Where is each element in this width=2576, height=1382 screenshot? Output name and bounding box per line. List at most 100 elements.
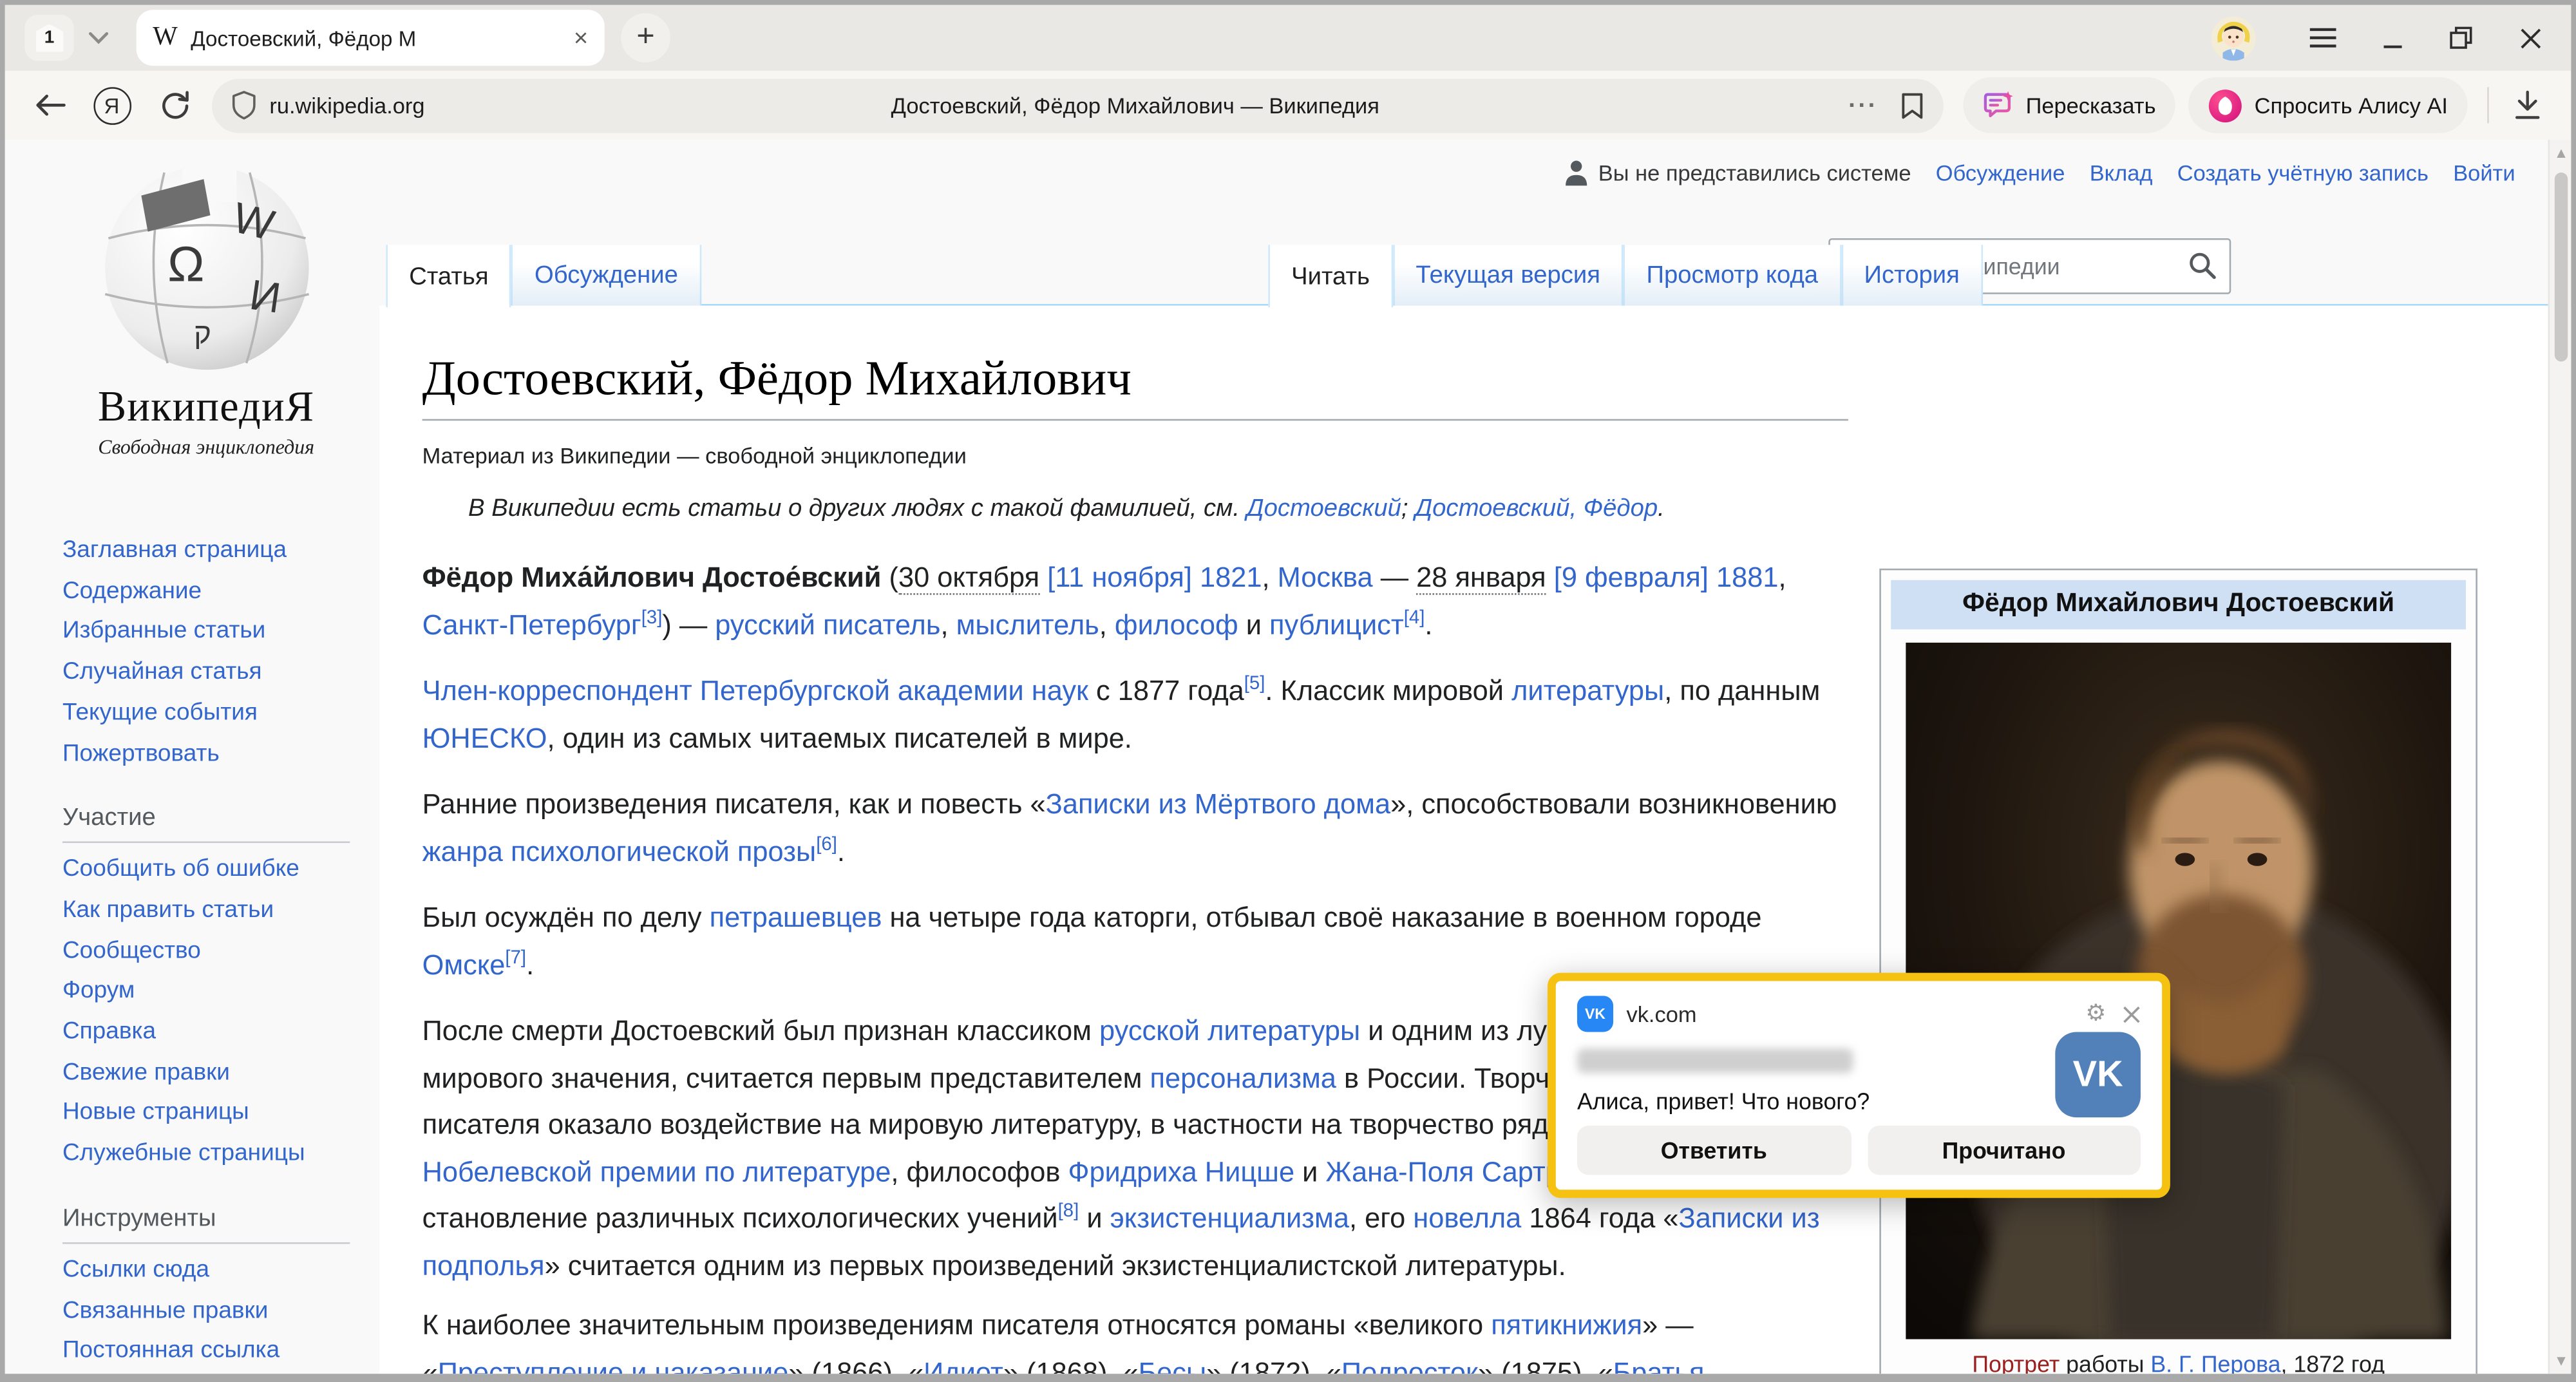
inline-link[interactable]: Жана-Поля Сартра xyxy=(1325,1156,1577,1187)
inline-link[interactable]: Достоевский, Фёдор xyxy=(1415,495,1658,522)
back-button[interactable] xyxy=(24,80,74,130)
scroll-down-icon[interactable]: ▼ xyxy=(2550,1352,2571,1369)
sidebar-link[interactable]: Свежие правки xyxy=(62,1059,230,1086)
sidebar-link[interactable]: Связанные правки xyxy=(62,1298,268,1324)
wiki-tab-история[interactable]: История xyxy=(1841,245,1983,305)
text-segment: » считается одним из первых произведений… xyxy=(545,1250,1566,1281)
sidebar-link[interactable]: Избранные статьи xyxy=(62,618,265,645)
close-window-button[interactable] xyxy=(2502,15,2558,61)
inline-link[interactable]: Член-корреспондент Петербургской академи… xyxy=(422,676,1088,706)
inline-link[interactable]: пятикнижия xyxy=(1491,1310,1642,1341)
reference-link[interactable]: [5] xyxy=(1244,674,1265,694)
inline-link[interactable]: экзистенциализма xyxy=(1110,1203,1349,1234)
close-icon xyxy=(2519,27,2541,48)
scroll-up-icon[interactable]: ▲ xyxy=(2550,145,2571,162)
inline-link[interactable]: петрашевцев xyxy=(710,902,882,933)
sidebar-link[interactable]: Заглавная страница xyxy=(62,537,287,563)
inline-link[interactable]: ЮНЕСКО xyxy=(422,722,547,753)
inline-link[interactable]: публицист xyxy=(1269,609,1404,639)
restore-button[interactable] xyxy=(2433,15,2489,61)
page-scrollbar[interactable]: ▲ ▼ xyxy=(2548,140,2571,1374)
personal-link[interactable]: Обсуждение xyxy=(1936,160,2065,185)
minimize-button[interactable] xyxy=(2364,15,2420,61)
reference-link[interactable]: [6] xyxy=(816,835,837,855)
wiki-tab-статья[interactable]: Статья xyxy=(386,245,511,307)
inline-link[interactable]: [11 ноября] xyxy=(1047,562,1192,593)
mark-read-button[interactable]: Прочитано xyxy=(1867,1126,2141,1175)
inline-link[interactable]: Фридриха Ницше xyxy=(1068,1156,1294,1187)
retell-button[interactable]: Пересказать xyxy=(1964,77,2175,133)
bookmark-button[interactable] xyxy=(1901,91,1924,119)
sidebar-link[interactable]: Ссылки сюда xyxy=(62,1257,209,1283)
inline-link[interactable]: Преступление и наказание xyxy=(438,1356,789,1374)
inline-link[interactable]: Портрет xyxy=(1972,1350,2060,1374)
reply-button[interactable]: Ответить xyxy=(1577,1126,1851,1175)
tab-close-icon[interactable]: × xyxy=(574,24,588,52)
user-icon xyxy=(1564,160,1588,186)
sidebar-link[interactable]: Сообщество xyxy=(62,938,201,964)
search-icon[interactable] xyxy=(2188,251,2216,279)
sidebar-link[interactable]: Новые страницы xyxy=(62,1100,249,1126)
inline-link[interactable]: Братья xyxy=(1613,1356,1705,1374)
inline-link[interactable]: 1821 xyxy=(1200,562,1262,593)
alice-ai-icon xyxy=(2208,88,2243,123)
menu-button[interactable] xyxy=(2295,15,2351,61)
inline-link[interactable]: новелла xyxy=(1413,1203,1521,1234)
sidebar-link[interactable]: Случайная статья xyxy=(62,659,262,686)
yandex-home-button[interactable]: Я xyxy=(87,80,137,130)
active-tab[interactable]: W Достоевский, Фёдор М × xyxy=(137,10,605,66)
profile-avatar[interactable] xyxy=(2211,15,2256,60)
sidebar-link[interactable]: Форум xyxy=(62,978,135,1005)
wiki-tab-читать[interactable]: Читать xyxy=(1268,245,1392,307)
new-tab-button[interactable]: + xyxy=(621,13,670,62)
scrollbar-thumb[interactable] xyxy=(2555,173,2568,361)
sidebar-link[interactable]: Сообщить об ошибке xyxy=(62,857,299,883)
inline-link[interactable]: русской литературы xyxy=(1099,1016,1360,1046)
reference-link[interactable]: [8] xyxy=(1058,1202,1079,1222)
address-bar[interactable]: ru.wikipedia.org Достоевский, Фёдор Миха… xyxy=(212,78,1944,132)
sidebar-link[interactable]: Как править статьи xyxy=(62,897,274,923)
sidebar-link[interactable]: Справка xyxy=(62,1019,156,1045)
inline-link[interactable]: Подросток xyxy=(1341,1356,1478,1374)
notification-settings-icon[interactable]: ⚙ xyxy=(2085,1001,2106,1027)
inline-link[interactable]: философ xyxy=(1115,609,1238,639)
tab-list-chevron-button[interactable] xyxy=(74,15,124,61)
notification-close-icon[interactable] xyxy=(2123,1005,2141,1023)
inline-link[interactable]: Бесы xyxy=(1139,1356,1206,1374)
wiki-tab-просмотр-кода[interactable]: Просмотр кода xyxy=(1624,245,1841,305)
wikipedia-logo[interactable]: Ω W И ק ВикипедиЯ Свободная энциклопедия xyxy=(38,149,375,460)
tab-counter-button[interactable]: 1 xyxy=(24,15,74,61)
inline-link[interactable]: Санкт-Петербург xyxy=(422,609,641,639)
inline-link[interactable]: Москва xyxy=(1278,562,1373,593)
inline-link[interactable]: 1881 xyxy=(1716,562,1778,593)
ask-alice-button[interactable]: Спросить Алису AI xyxy=(2189,77,2468,133)
reference-link[interactable]: [3] xyxy=(641,608,663,628)
inline-link[interactable]: русский писатель xyxy=(715,609,940,639)
sidebar-link[interactable]: Служебные страницы xyxy=(62,1141,305,1167)
sidebar-link[interactable]: Постоянная ссылка xyxy=(62,1338,279,1365)
inline-link[interactable]: [9 февраля] xyxy=(1554,562,1709,593)
inline-link[interactable]: мыслитель xyxy=(956,609,1099,639)
personal-link[interactable]: Создать учётную запись xyxy=(2177,160,2429,185)
inline-link[interactable]: Омске xyxy=(422,949,506,980)
sidebar-link[interactable]: Содержание xyxy=(62,578,202,604)
reference-link[interactable]: [4] xyxy=(1404,608,1425,628)
personal-link[interactable]: Войти xyxy=(2453,160,2515,185)
inline-link[interactable]: литературы xyxy=(1511,676,1664,706)
wiki-tab-обсуждение[interactable]: Обсуждение xyxy=(511,245,701,305)
inline-link[interactable]: В. Г. Перова xyxy=(2150,1350,2280,1374)
text-segment: После смерти Достоевский был признан кла… xyxy=(422,1016,1099,1046)
wiki-tab-текущая-версия[interactable]: Текущая версия xyxy=(1393,245,1624,305)
inline-link[interactable]: Идиот xyxy=(923,1356,1003,1374)
sidebar-link[interactable]: Текущие события xyxy=(62,700,258,726)
downloads-button[interactable] xyxy=(2502,80,2552,130)
inline-link[interactable]: Достоевский xyxy=(1247,495,1401,522)
sidebar-link[interactable]: Пожертвовать xyxy=(62,741,220,767)
inline-link[interactable]: жанра психологической прозы xyxy=(422,836,817,867)
reference-link[interactable]: [7] xyxy=(505,948,526,968)
inline-link[interactable]: Записки из Мёртвого дома xyxy=(1046,789,1390,820)
address-bar-more-icon[interactable]: ··· xyxy=(1848,91,1878,119)
inline-link[interactable]: персонализма xyxy=(1150,1063,1336,1093)
personal-link[interactable]: Вклад xyxy=(2090,160,2153,185)
refresh-button[interactable] xyxy=(149,80,199,130)
